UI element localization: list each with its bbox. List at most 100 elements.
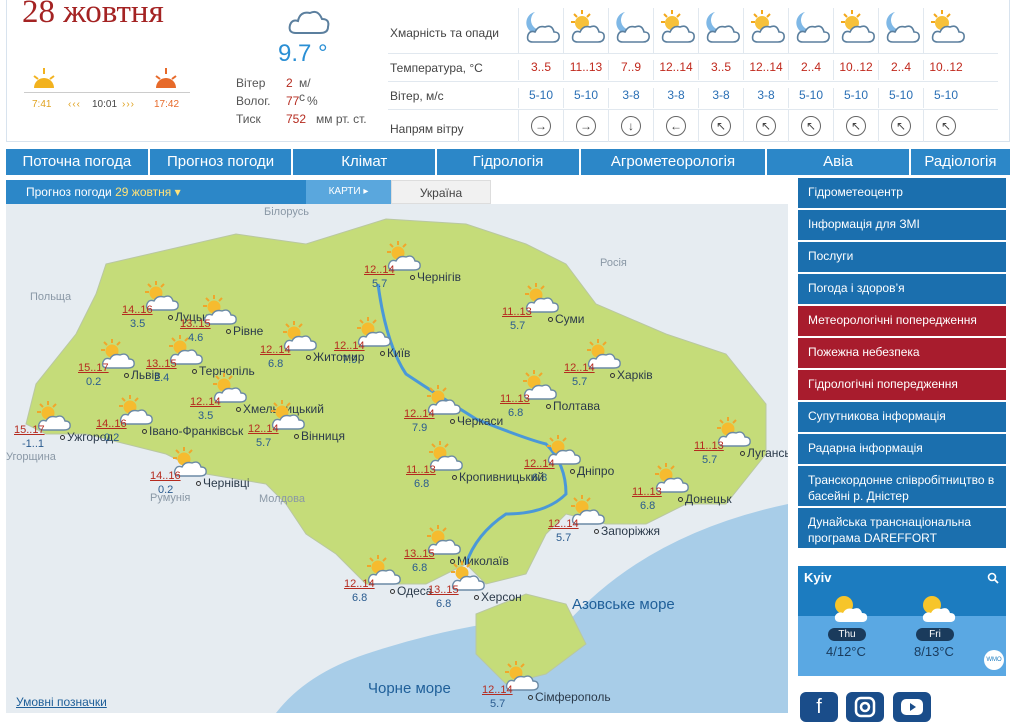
sun-cloud-icon [931, 10, 965, 43]
city-label[interactable]: Вінниця [294, 429, 345, 443]
city-dot-icon [548, 317, 553, 323]
city-dot-icon [452, 475, 457, 481]
city-label[interactable]: Дніпро [570, 464, 614, 478]
city-temp-night: 12..14 [524, 458, 555, 470]
city-dot-icon [226, 329, 231, 335]
sidebar-item[interactable]: Пожежна небезпека [798, 338, 1006, 368]
city-name: Херсон [481, 590, 522, 604]
forecast-icon-cell [698, 8, 743, 54]
nav-climate[interactable]: Клімат [293, 149, 438, 175]
city-dot-icon [528, 695, 533, 701]
sidebar-item[interactable]: Метеорологічні попередження [798, 306, 1006, 336]
forecast-direction-cell: ↖ [743, 110, 788, 142]
wind-direction-icon: → [531, 116, 551, 136]
youtube-icon[interactable] [893, 692, 931, 722]
city-label[interactable]: Сімферополь [528, 690, 611, 704]
sidebar-item[interactable]: Погода і здоров’я [798, 274, 1006, 304]
kyiv-weather-widget[interactable]: Kyiv Thu Fri 4/12°C 8/13°C WMO [798, 566, 1006, 676]
nav-forecast[interactable]: Прогноз погоди [150, 149, 294, 175]
sidebar-item[interactable]: Супутникова інформація [798, 402, 1006, 432]
city-temp-night: 12..14 [548, 518, 579, 530]
nav-hydrology[interactable]: Гідрологія [437, 149, 581, 175]
sunset-icon [155, 68, 177, 88]
city-name: Черкаси [457, 414, 504, 428]
city-label[interactable]: Луганськ [740, 446, 788, 460]
city-label[interactable]: Івано-Франківськ [142, 424, 243, 438]
nav-current-weather[interactable]: Поточна погода [6, 149, 150, 175]
city-temp-day: 6.8 [268, 358, 284, 370]
forecast-direction-cell: ← [653, 110, 698, 142]
sidebar-item[interactable]: Гідрологічні попередження [798, 370, 1006, 400]
city-dot-icon [450, 419, 455, 425]
forecast-direction-cell: ↖ [788, 110, 833, 142]
search-icon[interactable] [987, 572, 999, 584]
country-label-poland: Польща [30, 291, 72, 303]
city-label[interactable]: Запоріжжя [594, 524, 660, 538]
tab-forecast[interactable]: Прогноз погоди 29 жовтня ▾ [6, 180, 306, 204]
city-name: Житомир [313, 350, 365, 364]
city-dot-icon [294, 434, 299, 440]
wind-direction-icon: ↖ [891, 116, 911, 136]
city-label[interactable]: Черкаси [450, 414, 503, 428]
widget-day-1: Thu [828, 628, 866, 641]
city-name: Сімферополь [535, 690, 611, 704]
moon-cloud-icon [706, 12, 740, 43]
sidebar-item[interactable]: Гідрометеоцентр [798, 178, 1006, 208]
facebook-icon[interactable]: f [800, 692, 838, 722]
wind-direction-icon: ← [666, 116, 686, 136]
daylight-line [24, 92, 190, 93]
city-dot-icon [570, 469, 575, 475]
moon-cloud-icon [616, 12, 650, 43]
city-label[interactable]: Харків [610, 368, 653, 382]
city-label[interactable]: Київ [380, 346, 410, 360]
sidebar-item[interactable]: Дунайська транснаціональна програма DARE… [798, 508, 1006, 548]
wind-direction-icon: ↖ [711, 116, 731, 136]
city-temp-day: 6.8 [508, 407, 524, 419]
instagram-icon[interactable] [846, 692, 884, 722]
tab-forecast-label: Прогноз погоди [26, 185, 112, 199]
date-select[interactable]: 29 жовтня [115, 185, 171, 199]
forecast-temp: 11..13 [563, 60, 608, 80]
forecast-icon-cell [833, 8, 878, 54]
nav-aviation[interactable]: Авіа [767, 149, 911, 175]
forecast-direction-cell: ↖ [833, 110, 878, 142]
sunset-time: 17:42 [154, 99, 180, 110]
nav-agrometeorology[interactable]: Агрометеорологія [581, 149, 768, 175]
sidebar-item[interactable]: Послуги [798, 242, 1006, 272]
city-label[interactable]: Полтава [546, 399, 600, 413]
city-temp-day: 6.8 [414, 478, 430, 490]
sidebar-item[interactable]: Транскордонне співробітництво в басейні … [798, 466, 1006, 506]
city-name: Івано-Франківськ [149, 424, 244, 438]
city-label[interactable]: Донецьк [678, 492, 732, 506]
sea-label-azov: Азовське море [572, 596, 675, 613]
city-dot-icon [410, 275, 415, 281]
sidebar-item[interactable]: Інформація для ЗМІ [798, 210, 1006, 240]
forecast-icon-cell [653, 8, 698, 54]
sidebar-item[interactable]: Радарна інформація [798, 434, 1006, 464]
tab-maps[interactable]: КАРТИ ▸ [306, 180, 391, 204]
city-label[interactable]: Суми [548, 312, 584, 326]
city-temp-night: 15..17 [78, 362, 109, 374]
city-label[interactable]: Чернігів [410, 270, 461, 284]
city-label[interactable]: Житомир [306, 350, 364, 364]
city-name: Вінниця [301, 429, 345, 443]
current-date: 28 жовтня [22, 0, 164, 30]
city-label[interactable]: Кропивницький [452, 470, 544, 484]
wind-label: Вітер [236, 76, 266, 90]
widget-day-2: Fri [916, 628, 954, 641]
nav-radiology[interactable]: Радіологія [911, 149, 1010, 175]
sun-cloud-icon [661, 10, 695, 43]
city-label[interactable]: Чернівці [196, 476, 250, 490]
legend-link[interactable]: Умовні позначки [16, 695, 107, 709]
forecast-map: 12..14 5.7 Чернігів 14..16 3.5 Луцьк 13..15 4.6… [6, 204, 788, 713]
city-label[interactable]: Рівне [226, 324, 263, 338]
tab-country[interactable]: Україна [391, 180, 491, 204]
forecast-icon-cell [923, 8, 968, 54]
city-label[interactable]: Херсон [474, 590, 522, 604]
wind-row: Вітер 2 м/с [236, 76, 311, 104]
sun-cloud-icon [841, 10, 875, 43]
country-label-belarus: Білорусь [264, 206, 309, 218]
country-label-hungary: Угорщина [6, 451, 56, 463]
city-label[interactable]: Одеса [390, 584, 432, 598]
city-temp-day: 6.8 [352, 592, 368, 604]
